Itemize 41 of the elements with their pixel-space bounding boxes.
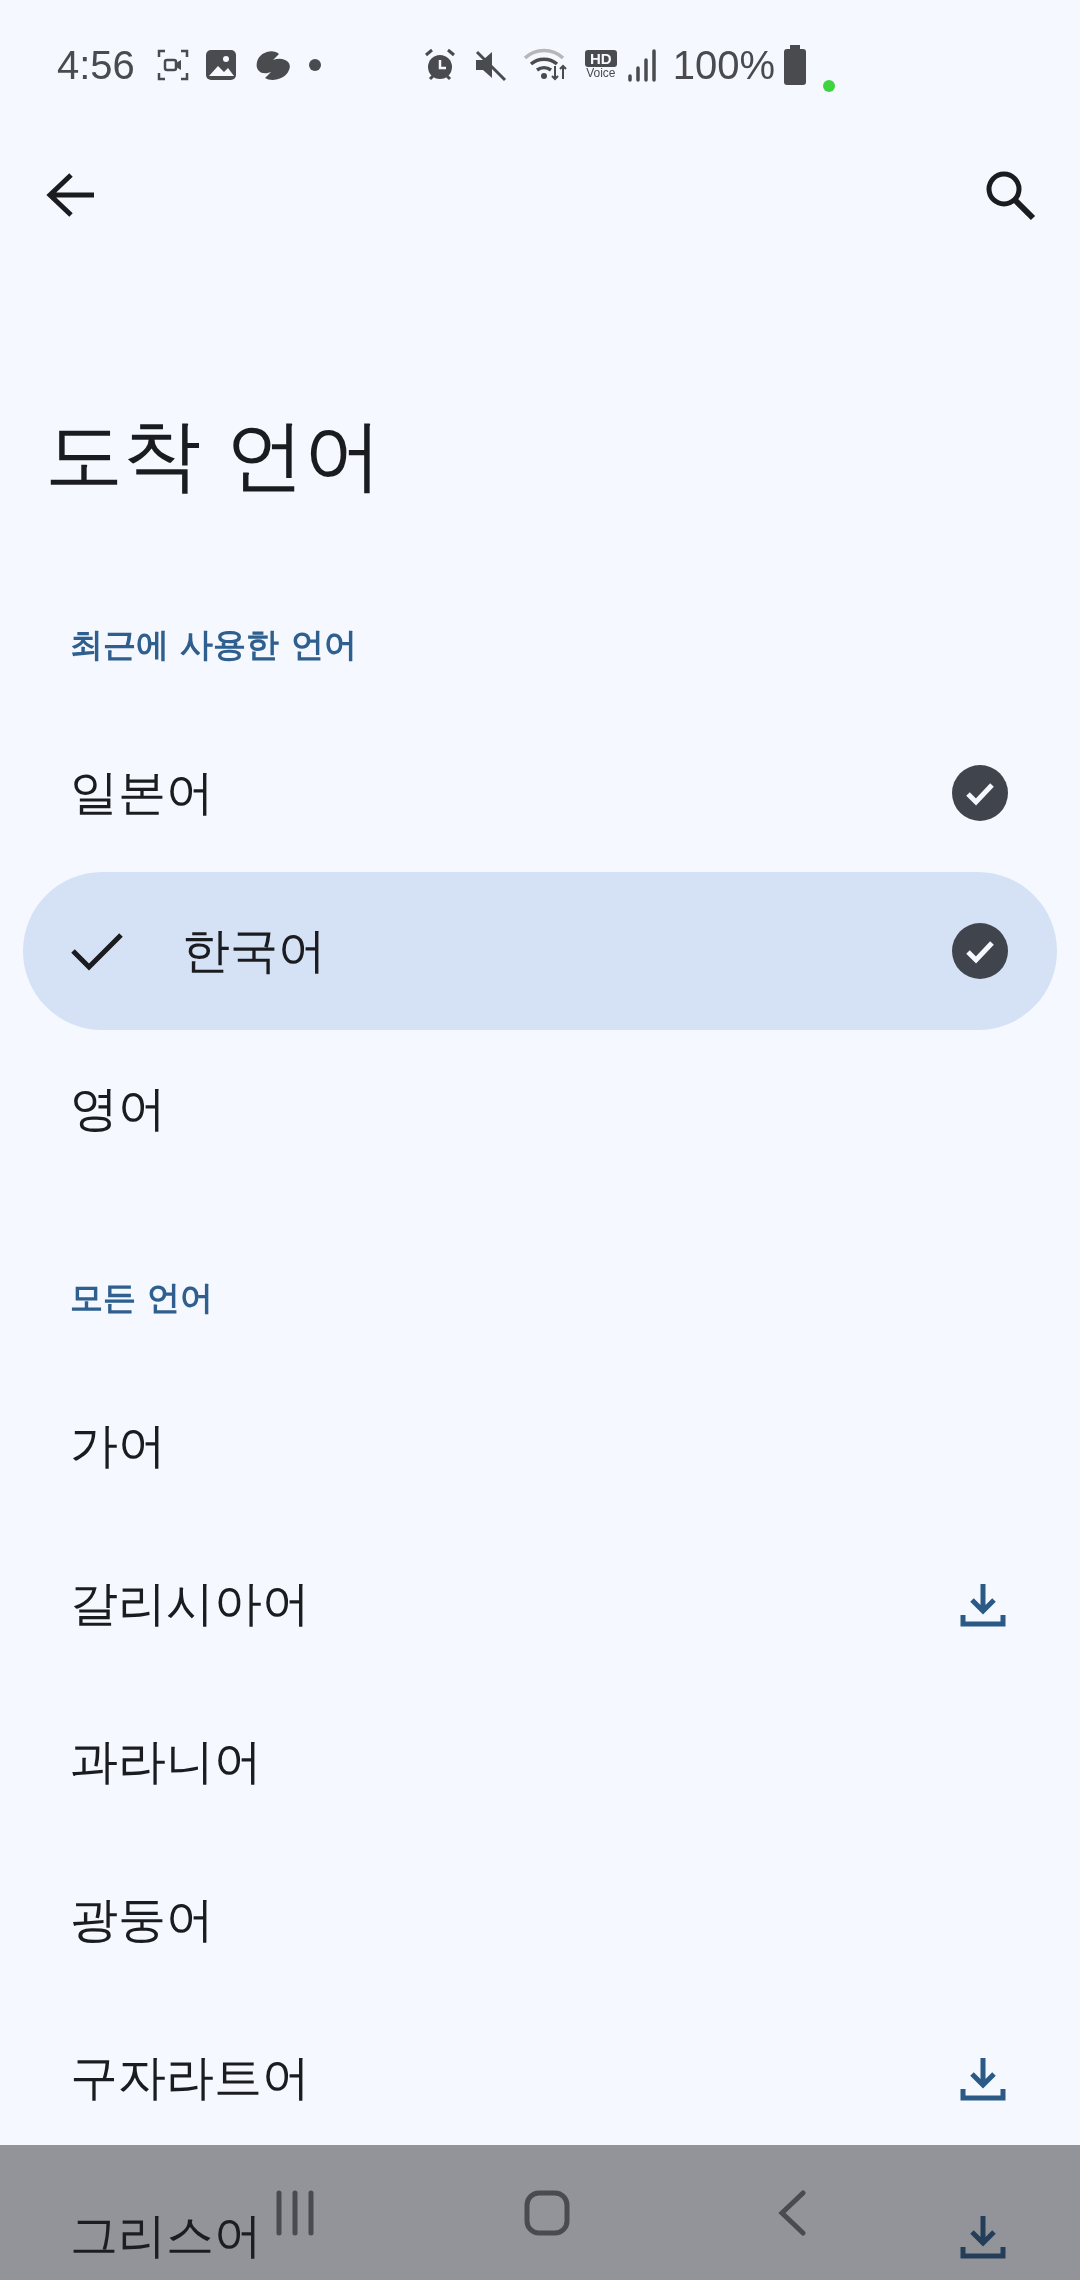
battery-icon (783, 45, 807, 85)
language-item[interactable]: 갈리시아어 (23, 1525, 1057, 1683)
language-name: 구자라트어 (70, 2048, 310, 2107)
signal-icon (626, 48, 657, 82)
language-name: 한국어 (182, 921, 326, 980)
alarm-icon (423, 48, 457, 82)
battery-percent: 100% (672, 42, 775, 88)
downloaded-check-icon (952, 765, 1008, 821)
wifi-icon (523, 48, 569, 82)
downloaded-check-icon (952, 923, 1008, 979)
language-item[interactable]: 가어 (23, 1367, 1057, 1525)
language-name: 갈리시아어 (70, 1574, 310, 1633)
language-item[interactable]: 과라니어 (23, 1683, 1057, 1841)
page-title: 도착 언어 (45, 409, 383, 502)
language-item[interactable]: 영어 (23, 1030, 1057, 1188)
status-time: 4:56 (57, 42, 135, 88)
notification-dot-icon (308, 59, 321, 71)
language-item[interactable]: 광둥어 (23, 1841, 1057, 1999)
language-item[interactable]: 구자라트어 (23, 1999, 1057, 2157)
mute-icon (473, 48, 507, 82)
language-name: 그리스어 (70, 2206, 262, 2265)
voice-label: Voice (586, 67, 616, 80)
language-item[interactable]: 그리스어 (23, 2157, 1057, 2280)
check-icon (70, 931, 124, 971)
language-name: 일본어 (70, 763, 214, 822)
section-header: 최근에 사용한 언어 (69, 624, 358, 666)
screen-record-icon (156, 49, 189, 81)
privacy-indicator-icon (823, 80, 835, 92)
section-header: 모든 언어 (69, 1277, 215, 1319)
language-name: 과라니어 (70, 1732, 262, 1791)
back-icon[interactable] (776, 2189, 807, 2236)
image-icon (204, 49, 237, 81)
language-item[interactable]: 한국어 (23, 872, 1057, 1030)
hd-badge: HD (585, 50, 617, 67)
search-icon (984, 169, 1036, 221)
language-name: 광둥어 (70, 1890, 214, 1949)
home-icon[interactable] (524, 2189, 570, 2236)
language-name: 영어 (70, 1079, 166, 1138)
back-arrow-icon (46, 172, 96, 218)
language-name: 가어 (70, 1416, 166, 1475)
language-item[interactable]: 일본어 (23, 714, 1057, 872)
